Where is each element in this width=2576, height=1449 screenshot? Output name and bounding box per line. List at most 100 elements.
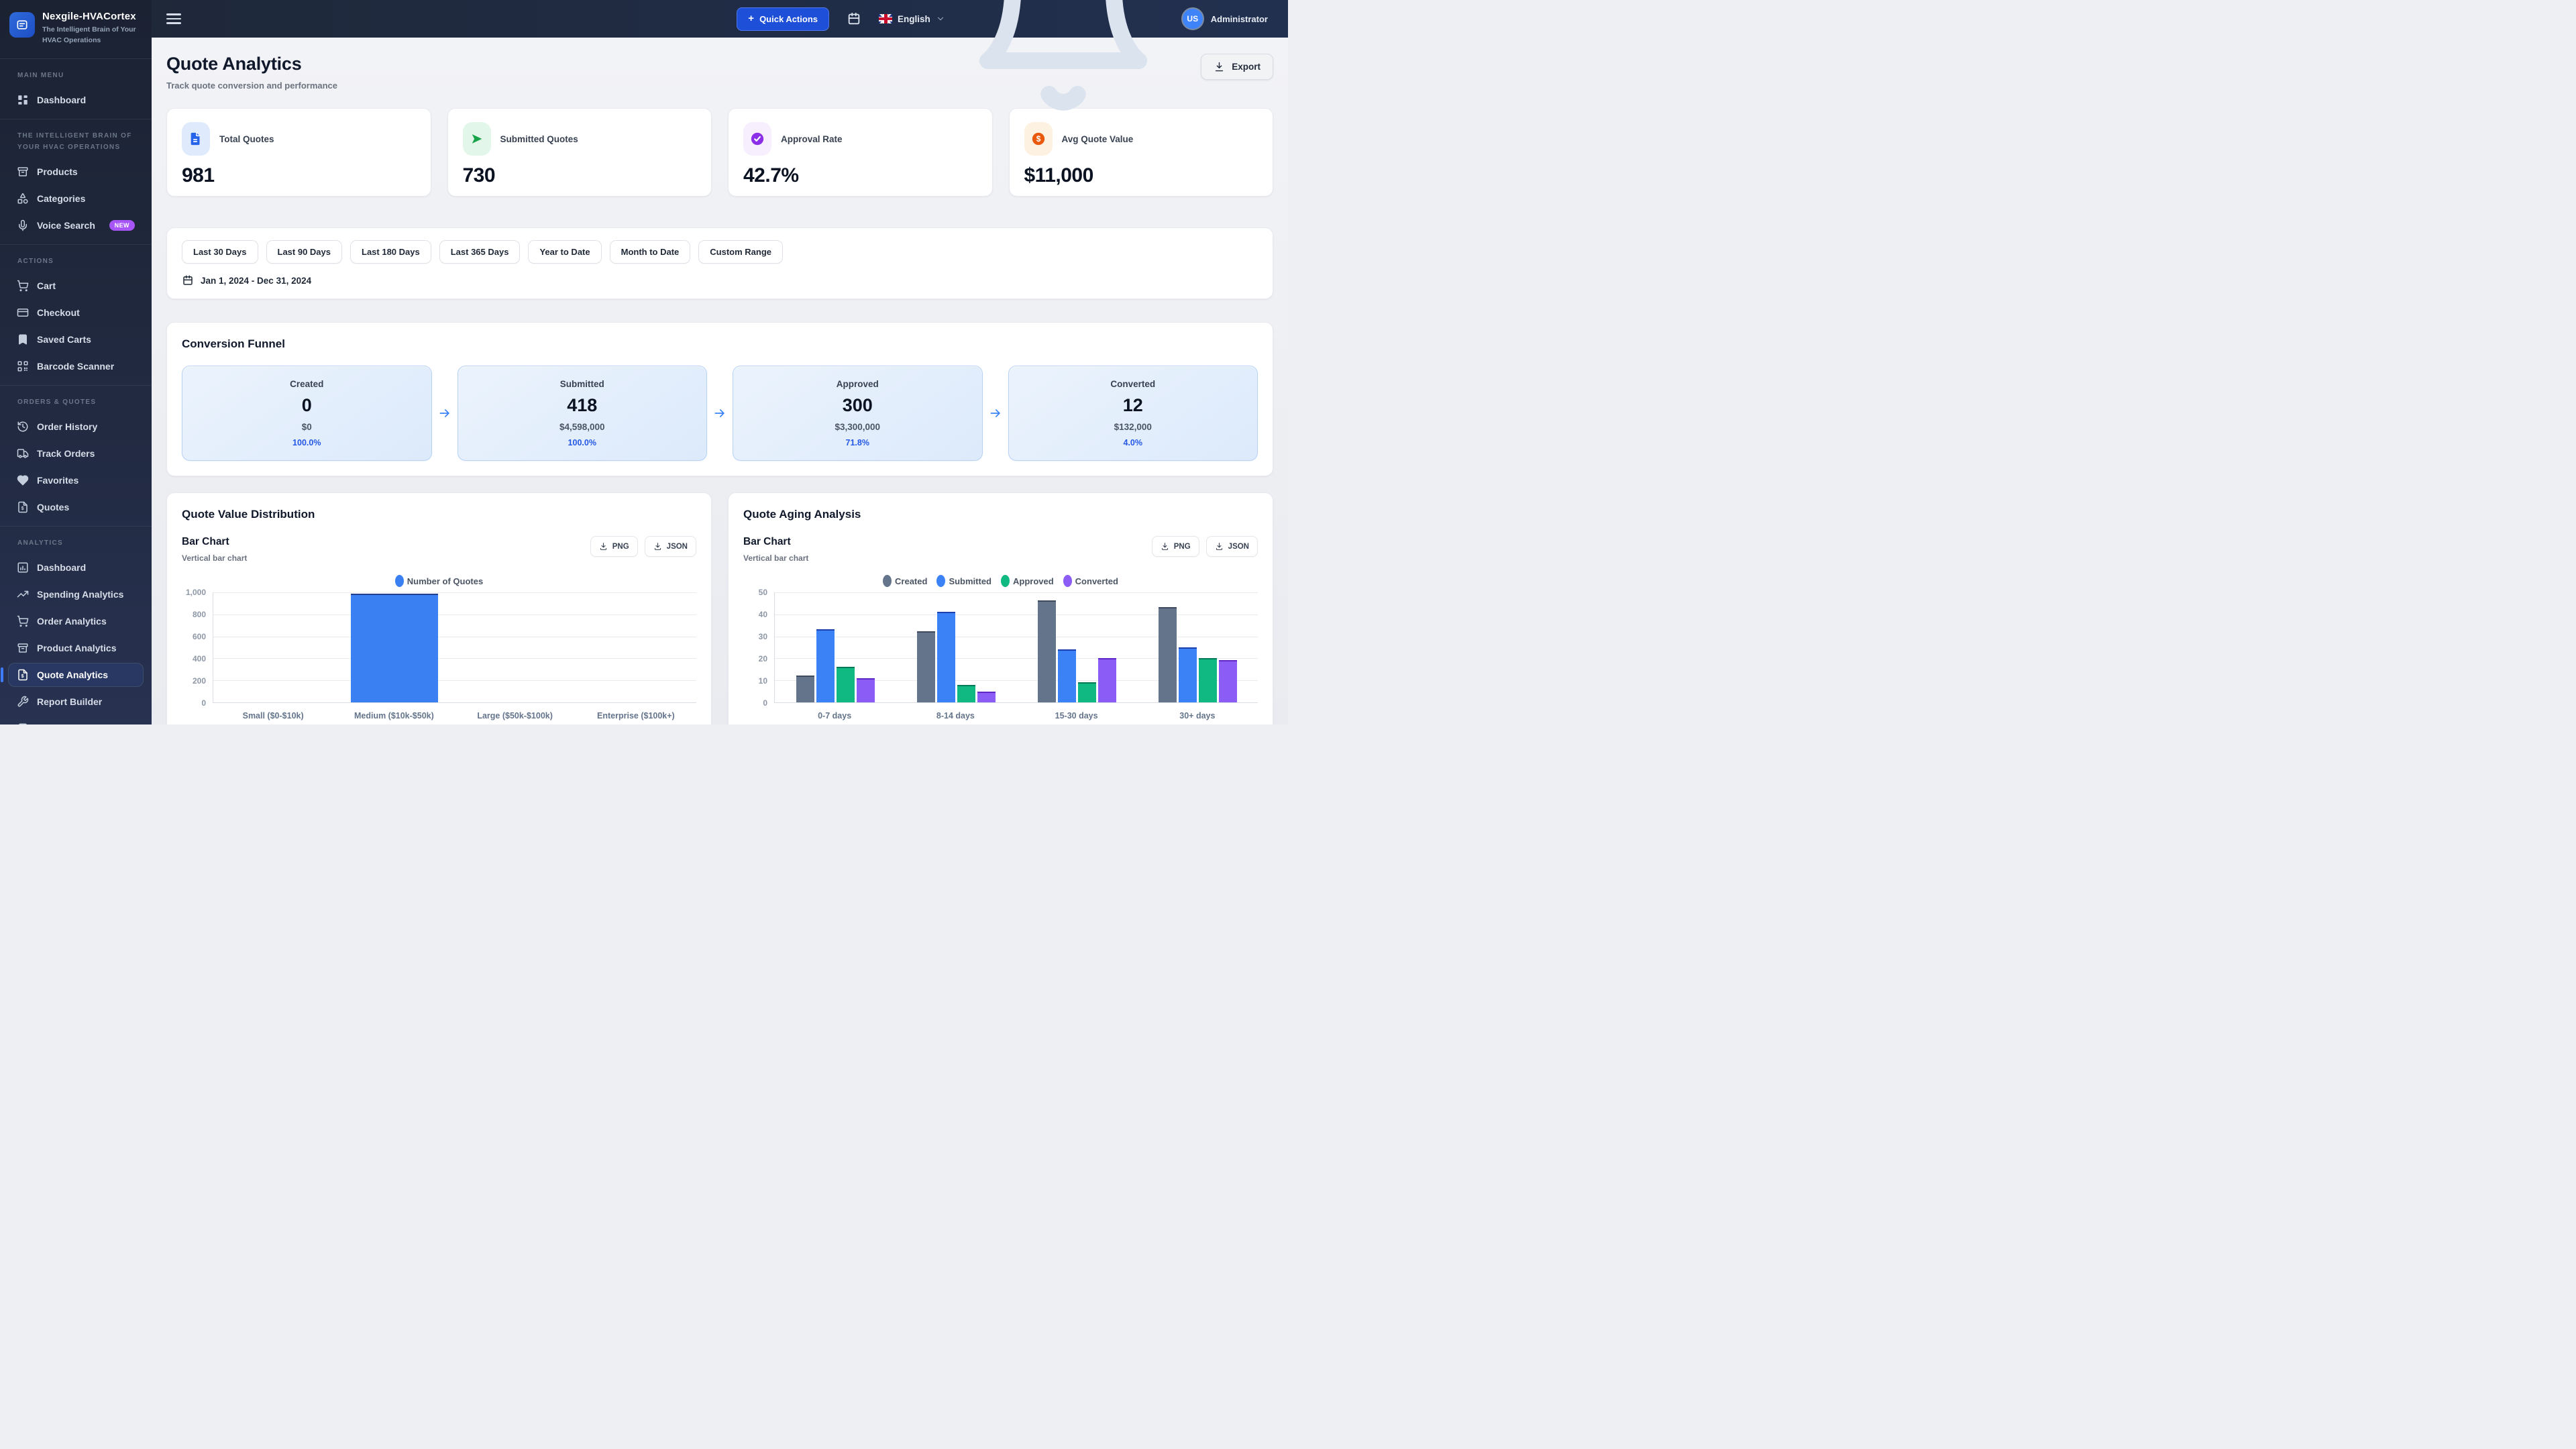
- funnel-stage-submitted: Submitted418$4,598,000100.0%: [458, 366, 708, 461]
- legend-item-submitted[interactable]: Submitted: [936, 575, 991, 587]
- sidebar-item-order-history[interactable]: Order History: [8, 415, 144, 439]
- stage-percentage: 100.0%: [292, 438, 321, 447]
- y-tick-label: 20: [759, 654, 767, 663]
- sidebar-item-barcode-scanner[interactable]: Barcode Scanner: [8, 354, 144, 378]
- sidebar-item-label: Spending Analytics: [37, 589, 123, 600]
- range-button-last-180-days[interactable]: Last 180 Days: [350, 240, 431, 264]
- stage-count: 12: [1123, 395, 1143, 416]
- download-png-button[interactable]: PNG: [590, 536, 638, 557]
- arrow-right-icon: [438, 407, 451, 420]
- receipt-icon: $: [17, 669, 29, 681]
- sidebar-item-voice-search[interactable]: Voice SearchNEW: [8, 213, 144, 237]
- bar-group-8-14-days: [896, 592, 1016, 702]
- legend-swatch: [395, 575, 404, 587]
- sidebar-section-title: ORDERS & QUOTES: [0, 391, 152, 413]
- download-json-button[interactable]: JSON: [1206, 536, 1258, 557]
- sidebar-item-label: Quote Analytics: [37, 669, 108, 680]
- sidebar-item-cart[interactable]: Cart: [8, 274, 144, 298]
- stage-count: 0: [302, 395, 312, 416]
- avatar: US: [1181, 7, 1204, 30]
- sidebar-item-dashboard[interactable]: Dashboard: [8, 555, 144, 580]
- sidebar-item-favorites[interactable]: Favorites: [8, 468, 144, 492]
- stat-header: Submitted Quotes: [463, 122, 697, 156]
- sidebar-item-products[interactable]: Products: [8, 160, 144, 184]
- legend-item-approved[interactable]: Approved: [1001, 575, 1054, 587]
- quick-actions-button[interactable]: + Quick Actions: [737, 7, 829, 31]
- range-button-month-to-date[interactable]: Month to Date: [610, 240, 691, 264]
- stat-value: 42.7%: [743, 164, 977, 187]
- x-tick-label: 8-14 days: [895, 711, 1016, 720]
- date-range-display[interactable]: Jan 1, 2024 - Dec 31, 2024: [182, 274, 1258, 286]
- sidebar-item-label: Cart: [37, 280, 56, 291]
- language-selector[interactable]: English: [879, 14, 945, 24]
- sidebar-item-order-analytics[interactable]: Order Analytics: [8, 609, 144, 633]
- y-tick-label: 400: [193, 654, 206, 663]
- menu-toggle-icon[interactable]: [166, 13, 181, 24]
- sidebar-item-track-orders[interactable]: Track Orders: [8, 441, 144, 466]
- download-icon: [599, 542, 608, 551]
- bar-submitted-8-14-days: [937, 612, 955, 702]
- sidebar-section: ACTIONSCartCheckoutSaved CartsBarcode Sc…: [0, 244, 152, 385]
- legend-item-number-of-quotes[interactable]: Number of Quotes: [395, 575, 483, 587]
- user-role: Administrator: [1211, 14, 1268, 24]
- sidebar-item-product-analytics[interactable]: Product Analytics: [8, 636, 144, 660]
- legend-item-created[interactable]: Created: [883, 575, 927, 587]
- x-tick-label: 15-30 days: [1016, 711, 1137, 720]
- y-tick-label: 30: [759, 632, 767, 641]
- date-filter-panel: Last 30 Days Last 90 Days Last 180 Days Las…: [166, 227, 1273, 299]
- bar-created-0-7-days: [796, 676, 814, 702]
- notifications-button[interactable]: 4: [963, 0, 1164, 119]
- sidebar-section-title: MAIN MENU: [0, 64, 152, 87]
- calendar-icon[interactable]: [847, 11, 861, 26]
- stage-amount: $3,300,000: [835, 422, 880, 432]
- stat-value: 981: [182, 164, 416, 187]
- bar-converted-15-30-days: [1098, 658, 1116, 702]
- export-button[interactable]: Export: [1201, 54, 1273, 80]
- sidebar-item-spending-analytics[interactable]: Spending Analytics: [8, 582, 144, 606]
- range-button-custom-range[interactable]: Custom Range: [698, 240, 783, 264]
- bar-group-30-days: [1137, 592, 1258, 702]
- file-icon: [182, 122, 210, 156]
- stage-percentage: 100.0%: [568, 438, 596, 447]
- range-button-year-to-date[interactable]: Year to Date: [528, 240, 601, 264]
- stage-amount: $4,598,000: [559, 422, 605, 432]
- sidebar-item-quotes[interactable]: $Quotes: [8, 495, 144, 519]
- chevron-down-icon: [936, 14, 945, 23]
- stage-label: Approved: [837, 379, 879, 389]
- legend-item-converted[interactable]: Converted: [1063, 575, 1118, 587]
- cart-icon: [17, 280, 29, 292]
- range-button-last-365-days[interactable]: Last 365 Days: [439, 240, 521, 264]
- sidebar-item-label: Saved Carts: [37, 334, 91, 345]
- bar-created-30-days: [1159, 607, 1177, 702]
- sidebar-item-categories[interactable]: Categories: [8, 186, 144, 211]
- qr-icon: [17, 360, 29, 372]
- sidebar-item-label: Order History: [37, 421, 97, 432]
- sidebar-item-saved-reports[interactable]: Saved Reports: [8, 716, 144, 725]
- sidebar-item-report-builder[interactable]: Report Builder: [8, 690, 144, 714]
- user-menu[interactable]: US Administrator: [1181, 7, 1268, 30]
- stat-value: 730: [463, 164, 697, 187]
- sidebar-item-saved-carts[interactable]: Saved Carts: [8, 327, 144, 352]
- range-button-last-90-days[interactable]: Last 90 Days: [266, 240, 343, 264]
- download-png-button[interactable]: PNG: [1152, 536, 1199, 557]
- main-content: Quote Analytics Track quote conversion a…: [152, 38, 1288, 724]
- stage-percentage: 4.0%: [1124, 438, 1143, 447]
- check-icon: [743, 122, 771, 156]
- stat-label: Avg Quote Value: [1062, 134, 1134, 144]
- bar-group-large-50k-100k: [455, 592, 576, 702]
- sidebar-item-quote-analytics[interactable]: $ Quote Analytics: [8, 663, 144, 687]
- download-icon: [653, 542, 662, 551]
- bar-chart: CreatedSubmittedApprovedConverted5040302…: [743, 575, 1258, 720]
- dollar-icon: $: [1024, 122, 1053, 156]
- download-json-button[interactable]: JSON: [645, 536, 696, 557]
- bar-number-of-quotes-medium-10k-50k: [351, 594, 438, 702]
- arrow-right-icon: [989, 407, 1002, 420]
- range-button-last-30-days[interactable]: Last 30 Days: [182, 240, 258, 264]
- sidebar-item-label: Product Analytics: [37, 643, 117, 653]
- archive-icon: [17, 642, 29, 654]
- bar-approved-30-days: [1199, 658, 1217, 702]
- sidebar-section: ORDERS & QUOTES Order History Track Orders…: [0, 385, 152, 526]
- sidebar-item-dashboard[interactable]: Dashboard: [8, 88, 144, 112]
- sidebar-item-checkout[interactable]: Checkout: [8, 301, 144, 325]
- plot-grid: [213, 592, 696, 703]
